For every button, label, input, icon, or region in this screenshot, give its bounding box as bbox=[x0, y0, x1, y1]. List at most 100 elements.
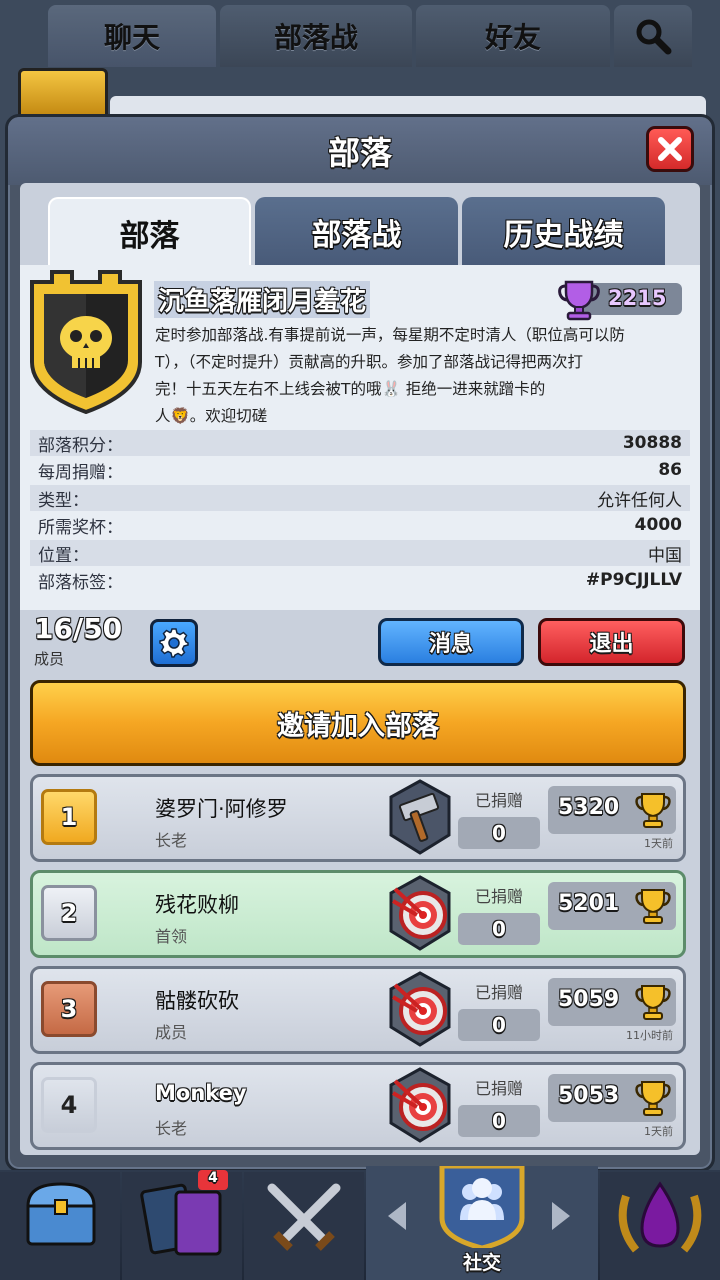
subtab-clan-label: 部落 bbox=[119, 219, 180, 254]
elixir-laurel-icon bbox=[618, 1181, 702, 1253]
clan-badge-icon bbox=[30, 270, 142, 414]
nav-cards[interactable]: 4 bbox=[122, 1170, 242, 1280]
member-row[interactable]: 2 残花败柳 首领 已捐赠 0 5201 bbox=[30, 870, 686, 958]
member-role: 首领 bbox=[155, 927, 188, 946]
nav-social[interactable]: 社交 bbox=[366, 1166, 598, 1280]
donated-value: 0 bbox=[492, 917, 506, 941]
stat-type: 类型： 允许任何人 bbox=[30, 485, 690, 511]
description-line: 定时参加部落战.有事提前说一声，每星期不定时清人（职位高可以防 bbox=[155, 326, 625, 344]
invite-button[interactable]: 邀请加入部落 bbox=[30, 680, 686, 766]
rank-badge: 3 bbox=[41, 981, 97, 1037]
stat-required-trophies: 所需奖杯： 4000 bbox=[30, 512, 690, 538]
stat-value: 4000 bbox=[634, 515, 682, 535]
notification-badge: 4 bbox=[198, 1170, 228, 1190]
stat-label: 类型： bbox=[38, 490, 89, 511]
rank-badge: 2 bbox=[41, 885, 97, 941]
stat-clan-tag: 部落标签： #P9CJJLLV bbox=[30, 567, 690, 593]
close-button[interactable] bbox=[646, 126, 694, 172]
subtab-clan-war[interactable]: 部落战 bbox=[255, 197, 458, 267]
clan-trophy-count: 2215 bbox=[608, 286, 667, 310]
last-seen: 11小时前 bbox=[626, 1029, 673, 1042]
donated-label: 已捐赠 bbox=[475, 887, 524, 906]
cards-icon bbox=[140, 1183, 222, 1256]
search-button[interactable] bbox=[614, 5, 692, 67]
tab-chat-label: 聊天 bbox=[103, 21, 160, 54]
member-role: 成员 bbox=[155, 1023, 188, 1042]
tab-chat[interactable]: 聊天 bbox=[48, 5, 216, 67]
nav-shop[interactable] bbox=[0, 1172, 120, 1280]
stat-value: #P9CJJLLV bbox=[585, 570, 682, 590]
donated-count: 0 bbox=[458, 913, 540, 945]
trophy-icon bbox=[635, 793, 671, 828]
stat-weekly-donations: 每周捐赠： 86 bbox=[30, 457, 690, 483]
description-line: 完！十五天左右不上线会被T的哦🐰 拒绝一进来就蹭卡的 bbox=[155, 380, 546, 398]
subtab-clan[interactable]: 部落 bbox=[48, 197, 251, 267]
rank-number: 2 bbox=[60, 899, 78, 927]
tab-clan-war-label: 部落战 bbox=[273, 21, 358, 54]
last-seen: 1天前 bbox=[644, 837, 673, 850]
trophy-icon bbox=[635, 889, 671, 924]
rank-badge: 1 bbox=[41, 789, 97, 845]
message-button[interactable]: 消息 bbox=[378, 618, 524, 666]
member-name: 骷髅砍砍 bbox=[155, 989, 239, 1013]
member-trophies: 5053 bbox=[558, 1083, 620, 1108]
leave-button-label: 退出 bbox=[589, 632, 634, 657]
tab-friends[interactable]: 好友 bbox=[416, 5, 610, 67]
rank-number: 4 bbox=[60, 1091, 78, 1119]
trophy-purple-icon bbox=[558, 280, 600, 321]
close-icon bbox=[658, 137, 682, 161]
donated-label: 已捐赠 bbox=[475, 983, 524, 1002]
member-row[interactable]: 1 婆罗门·阿修罗 长老 已捐赠 0 5320 1天前 bbox=[30, 774, 686, 862]
stat-label: 部落积分： bbox=[38, 435, 123, 456]
rank-number: 3 bbox=[60, 995, 78, 1023]
rank-number: 1 bbox=[60, 803, 78, 831]
social-shield-icon bbox=[439, 1166, 525, 1248]
subtab-history-label: 历史战绩 bbox=[503, 218, 624, 253]
stat-clan-score: 部落积分： 30888 bbox=[30, 430, 690, 456]
member-role: 长老 bbox=[155, 831, 188, 850]
target-icon bbox=[389, 1067, 451, 1143]
chest-icon bbox=[26, 1182, 96, 1246]
nav-next-arrow[interactable] bbox=[552, 1202, 570, 1230]
clan-description: 定时参加部落战.有事提前说一声，每星期不定时清人（职位高可以防 T），（不定时提… bbox=[155, 322, 685, 430]
donated-count: 0 bbox=[458, 1105, 540, 1137]
background-clan-badge bbox=[18, 68, 108, 118]
clan-name: 沉鱼落雁闭月羞花 bbox=[154, 281, 371, 318]
stat-label: 所需奖杯： bbox=[38, 517, 123, 538]
stat-label: 每周捐赠： bbox=[38, 462, 123, 483]
tab-friends-label: 好友 bbox=[484, 21, 541, 54]
settings-button[interactable] bbox=[150, 619, 198, 667]
trophy-icon bbox=[635, 985, 671, 1020]
nav-events[interactable] bbox=[600, 1172, 720, 1280]
nav-battle[interactable] bbox=[244, 1172, 364, 1280]
subtab-history[interactable]: 历史战绩 bbox=[462, 197, 665, 267]
donated-value: 0 bbox=[492, 1109, 506, 1133]
member-trophy-box: 5320 bbox=[548, 786, 676, 834]
member-row[interactable]: 3 骷髅砍砍 成员 已捐赠 0 5059 11小时前 bbox=[30, 966, 686, 1054]
hammer-icon bbox=[389, 779, 451, 855]
member-trophies: 5201 bbox=[558, 891, 620, 916]
description-line: 人🦁。欢迎切磋 bbox=[155, 407, 268, 425]
rank-badge: 4 bbox=[41, 1077, 97, 1133]
stat-value: 30888 bbox=[622, 433, 682, 453]
target-icon bbox=[389, 875, 451, 951]
donated-count: 0 bbox=[458, 817, 540, 849]
member-count-label: 成员 bbox=[34, 650, 65, 668]
donated-label: 已捐赠 bbox=[475, 791, 524, 810]
tab-clan-war[interactable]: 部落战 bbox=[220, 5, 412, 67]
invite-button-label: 邀请加入部落 bbox=[277, 710, 439, 742]
member-role: 长老 bbox=[155, 1119, 188, 1138]
member-trophy-box: 5053 bbox=[548, 1074, 676, 1122]
nav-social-label: 社交 bbox=[462, 1252, 501, 1274]
search-icon bbox=[636, 19, 672, 55]
member-trophy-box: 5201 bbox=[548, 882, 676, 930]
member-row[interactable]: 4 Monkey 长老 已捐赠 0 5053 1天前 bbox=[30, 1062, 686, 1150]
subtab-clan-war-label: 部落战 bbox=[311, 218, 402, 253]
stat-label: 位置： bbox=[38, 545, 89, 566]
member-name: Monkey bbox=[155, 1081, 247, 1105]
member-trophies: 5059 bbox=[558, 987, 620, 1012]
member-trophies: 5320 bbox=[558, 795, 620, 820]
nav-prev-arrow[interactable] bbox=[388, 1202, 406, 1230]
leave-button[interactable]: 退出 bbox=[538, 618, 685, 666]
swords-icon bbox=[267, 1183, 341, 1251]
